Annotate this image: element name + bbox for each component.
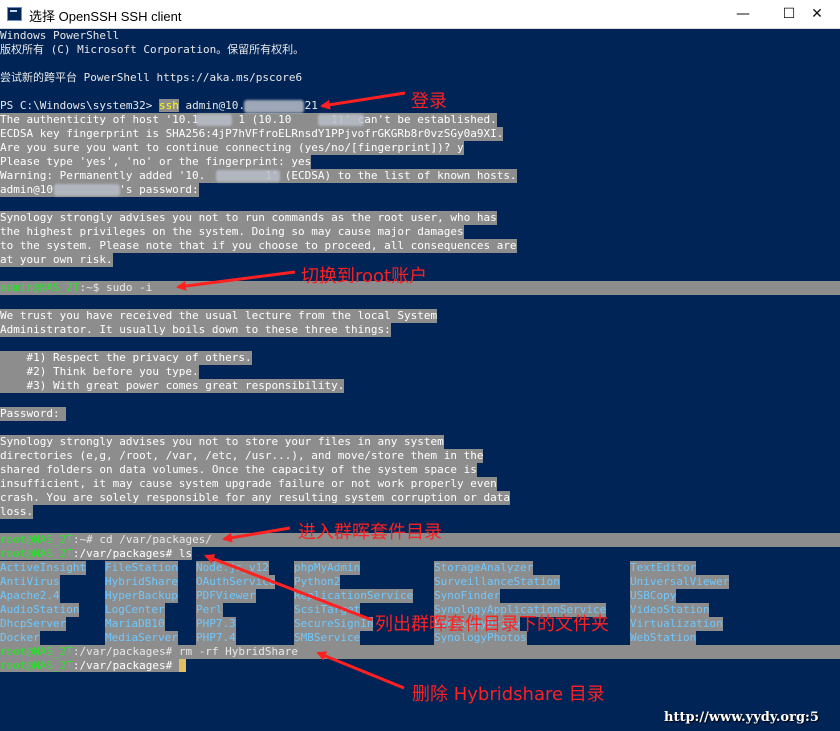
privacy-blur (196, 114, 232, 126)
directory-entry: phpMyAdmin (294, 561, 361, 575)
warning-line: loss. (0, 505, 34, 519)
directory-entry: Perl (196, 603, 223, 617)
warning-line: at your own risk. (0, 253, 113, 267)
title-bar: 选择 OpenSSH SSH client — ☐ ✕ (0, 0, 840, 29)
annotation-switch-root: 切换到root账户 (301, 266, 428, 287)
password-prompt: Password: (0, 407, 67, 421)
directory-entry: Node.js_v12 (196, 561, 269, 575)
warning-line: Synology strongly advises you not to run… (0, 211, 497, 225)
prompt-user: root@NAS_2T (0, 547, 73, 560)
annotation-delete-dir: 删除 Hybridshare 目录 (412, 684, 605, 705)
directory-entry: SecureSignIn (294, 617, 374, 631)
console-line: 尝试新的跨平台 PowerShell https://aka.ms/pscore… (0, 71, 303, 84)
directory-entry: VideoStation (630, 603, 710, 617)
directory-entry: Python2 (294, 575, 341, 589)
lecture-line: Administrator. It usually boils down to … (0, 323, 391, 337)
warning-line: crash. You are solely responsible for an… (0, 491, 510, 505)
directory-entry: USBCopy (630, 589, 677, 603)
privacy-blur (54, 184, 120, 196)
annotation-login: 登录 (411, 91, 447, 112)
prompt-command: :~$ sudo -i (79, 281, 153, 294)
warning-line: shared folders on data volumes. Once the… (0, 463, 477, 477)
directory-entry: Virtualization (630, 617, 723, 631)
directory-entry: SynoFinder (434, 589, 501, 603)
window-title: 选择 OpenSSH SSH client (29, 9, 182, 24)
ls-line: root@NAS_2T:/var/packages# ls (0, 547, 193, 561)
console-line: Windows PowerShell (0, 29, 120, 42)
directory-entry: HybridShare (105, 575, 178, 589)
directory-entry: StorageAnalyzer (434, 561, 534, 575)
directory-entry: MediaServer (105, 631, 178, 645)
directory-entry: ReplicationService (294, 589, 414, 603)
ssh-command: ssh (158, 99, 179, 112)
directory-entry: Apache2.4 (0, 589, 60, 603)
directory-entry: HyperBackup (105, 589, 178, 603)
warning-line: insufficient, it may cause system upgrad… (0, 477, 497, 491)
prompt-user: admin@NAS_2T (0, 281, 80, 294)
rule-line: #3) With great power comes great respons… (0, 379, 345, 393)
rule-line: #2) Think before you type. (0, 365, 199, 379)
annotation-enter-dir: 进入群晖套件目录 (298, 522, 442, 543)
directory-entry: MariaDB10 (105, 617, 165, 631)
directory-entry: DhcpServer (0, 617, 67, 631)
current-prompt-line[interactable]: root@NAS_2T:/var/packages# (0, 659, 186, 673)
directory-entry: AntiVirus (0, 575, 60, 589)
prompt-user: root@NAS_2T (0, 645, 73, 658)
rm-line: root@NAS_2T:/var/packages# rm -rf Hybrid… (0, 645, 840, 659)
prompt-command: :/var/packages# ls (72, 547, 193, 560)
warning-line: directories (e,g, /root, /var, /etc, /us… (0, 449, 484, 463)
directory-entry: ActiveInsight (0, 561, 87, 575)
prompt-user: root@NAS_2T (0, 659, 73, 672)
minimize-button[interactable]: — (720, 0, 766, 28)
directory-entry: PHP7.3 (196, 617, 236, 631)
directory-entry: UniversalViewer (630, 575, 730, 589)
close-button[interactable]: ✕ (794, 0, 840, 28)
directory-entry: Docker (0, 631, 40, 645)
auth-line: ECDSA key fingerprint is SHA256:4jP7hVFf… (0, 127, 504, 141)
prompt-command: :/var/packages# rm -rf HybridShare (72, 645, 299, 658)
ps-prompt: PS C:\Windows\system32> (0, 99, 159, 112)
terminal-icon (7, 7, 22, 21)
directory-entry: AudioStation (0, 603, 80, 617)
privacy-blur (216, 170, 280, 182)
annotation-list-files: 列出群晖套件目录下的文件夹 (375, 614, 609, 635)
auth-line: Are you sure you want to continue connec… (0, 141, 464, 155)
auth-line: Please type 'yes', 'no' or the fingerpri… (0, 155, 312, 169)
warning-line: the highest privileges on the system. Do… (0, 225, 464, 239)
console-line: 版权所有 (C) Microsoft Corporation。保留所有权利。 (0, 43, 305, 56)
warning-line: Synology strongly advises you not to sto… (0, 435, 444, 449)
directory-entry: WebStation (630, 631, 697, 645)
warning-line: to the system. Please note that if you c… (0, 239, 517, 253)
directory-entry: PHP7.4 (196, 631, 236, 645)
directory-entry: PDFViewer (196, 589, 256, 603)
privacy-blur (244, 100, 304, 113)
watermark: http://www.yydy.org:5 (664, 710, 819, 725)
directory-entry: OAuthService (196, 575, 276, 589)
directory-entry: TextEditor (630, 561, 697, 575)
prompt-command: :/var/packages# (72, 659, 179, 672)
lecture-line: We trust you have received the usual lec… (0, 309, 438, 323)
prompt-user: root@NAS_2T (0, 533, 73, 546)
directory-entry: ScsiTarget (294, 603, 361, 617)
directory-entry: FileStation (105, 561, 178, 575)
directory-entry: SMBService (294, 631, 361, 645)
auth-line: The authenticity of host '10.1 1 (10.10 … (0, 113, 497, 127)
text-cursor (178, 659, 186, 672)
prompt-command: :~# cd /var/packages/ (72, 533, 212, 546)
directory-entry: LogCenter (105, 603, 165, 617)
rule-line: #1) Respect the privacy of others. (0, 351, 252, 365)
privacy-blur (318, 114, 364, 126)
directory-entry: SurveillanceStation (434, 575, 560, 589)
